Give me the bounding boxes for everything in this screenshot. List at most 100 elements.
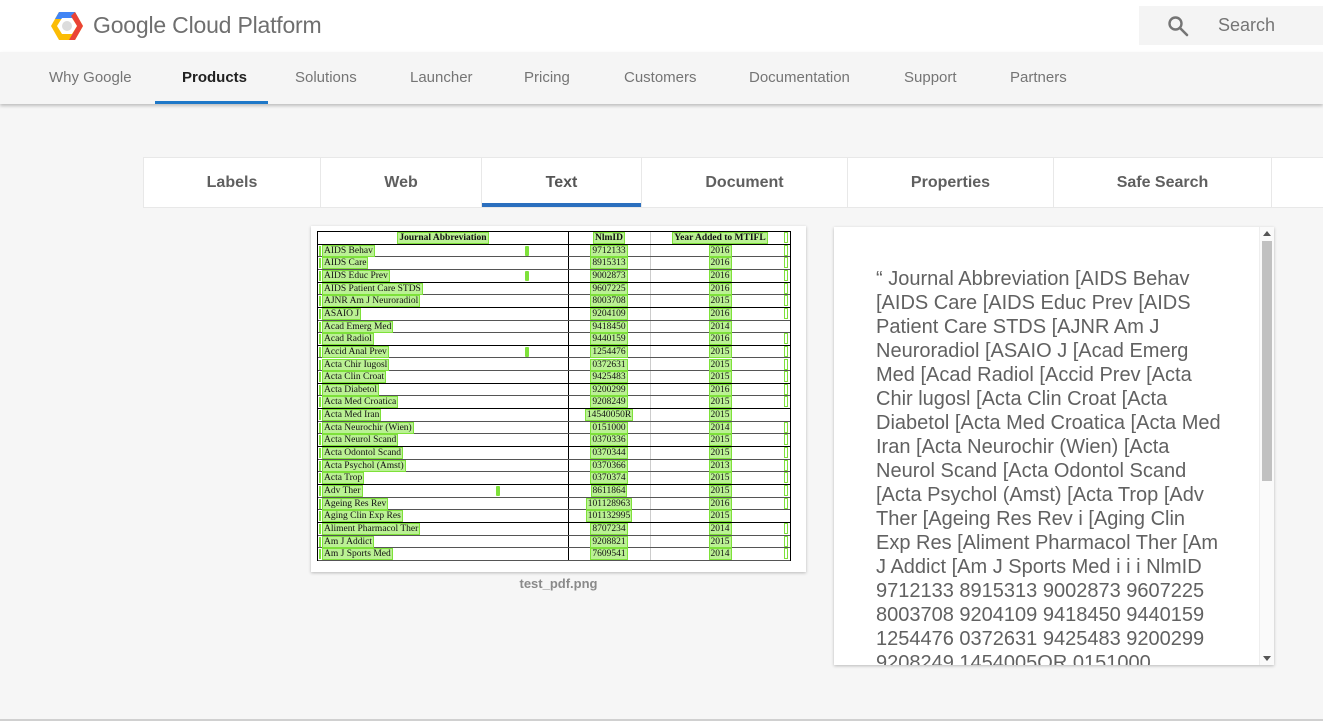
ocr-word-box: 0151000 [590, 421, 628, 434]
doc-table-cell: 0370374 [568, 472, 650, 485]
doc-table-cell: Accid Anal Prev [322, 345, 389, 358]
doc-table-cell: Acta Clin Croat [321, 371, 387, 384]
ocr-document-image: Journal Abbreviation NlmID Year Added to M… [317, 231, 791, 561]
nav-item-products[interactable]: Products [182, 52, 247, 104]
doc-table-cell: 2016 [650, 244, 790, 257]
tab-more[interactable] [1272, 158, 1323, 207]
ocr-edge-box [784, 548, 788, 560]
doc-table-row: Am J Addict 9208821 2015 [318, 535, 790, 549]
ocr-word-box: Acta Odontol Scand [321, 447, 404, 460]
nav-item-launcher[interactable]: Launcher [410, 52, 473, 104]
doc-table-cell: AJNR Am J Neuroradiol [321, 295, 421, 308]
ocr-word-box: 2015 [708, 409, 732, 422]
ocr-word-box: Am J Sports Med [322, 548, 393, 561]
image-filename: test_pdf.png [519, 576, 598, 591]
doc-table-cell: 2015 [650, 447, 790, 460]
ocr-word-box: 2015 [708, 371, 732, 384]
ocr-edge-box [319, 549, 321, 560]
ocr-edge-box [784, 472, 788, 484]
ocr-edge-box [784, 421, 788, 433]
ocr-edge-box [784, 333, 788, 345]
ocr-edge-box [784, 396, 788, 408]
result-scrollbar[interactable] [1259, 227, 1274, 665]
text-result-panel[interactable]: “ Journal Abbreviation [AIDS Behav [AIDS… [834, 227, 1274, 665]
ocr-word-box: 2015 [708, 485, 732, 497]
tab-properties[interactable]: Properties [848, 158, 1054, 207]
doc-table-cell: 2016 [650, 497, 790, 510]
ocr-word-box: 2015 [708, 345, 732, 358]
tab-document[interactable]: Document [642, 158, 848, 207]
ocr-word-box: 2015 [708, 472, 732, 485]
ocr-word-box: 2016 [708, 333, 732, 346]
doc-table-cell: Acta Neurochir (Wien) [322, 421, 414, 434]
ocr-word-box: Journal Abbreviation [397, 232, 489, 244]
doc-table-row: Adv Ther 8611864 2015 [318, 485, 790, 498]
ocr-word-box: AJNR Am J Neuroradiol [321, 295, 421, 308]
doc-table-row: Acta Clin Croat 9425483 2015 [318, 371, 790, 384]
doc-table-row: Acad Emerg Med 9418450 2014 [318, 320, 790, 334]
nav-item-customers[interactable]: Customers [624, 52, 697, 104]
ocr-word-box: 9208249 [590, 396, 628, 409]
doc-table-header-row: Journal Abbreviation NlmID Year Added to M… [318, 232, 790, 245]
ocr-edge-box [319, 308, 321, 319]
ocr-stray-box [525, 270, 529, 281]
ocr-edge-box [319, 473, 321, 484]
tab-web[interactable]: Web [321, 158, 482, 207]
nav-item-solutions[interactable]: Solutions [295, 52, 357, 104]
ocr-edge-box [319, 384, 321, 395]
ocr-edge-box [319, 523, 321, 534]
ocr-word-box: 8611864 [590, 485, 628, 497]
doc-table-cell: 2014 [650, 548, 790, 561]
search-input[interactable]: Search [1218, 15, 1275, 36]
ocr-edge-box [784, 257, 788, 269]
ocr-word-box: Acta Psychol (Amst) [322, 459, 406, 472]
doc-table-header-cell: Year Added to MTIFL [650, 232, 790, 244]
tab-text[interactable]: Text [482, 158, 642, 207]
detected-text: “ Journal Abbreviation [AIDS Behav [AIDS… [876, 268, 1221, 665]
search-box[interactable]: Search [1139, 6, 1323, 45]
search-icon[interactable] [1167, 15, 1189, 37]
tab-safe-search[interactable]: Safe Search [1054, 158, 1272, 207]
gcp-logo-icon[interactable] [50, 10, 84, 42]
doc-table-cell: 2014 [650, 421, 790, 434]
nav-item-support[interactable]: Support [904, 52, 957, 104]
ocr-edge-box [319, 410, 321, 421]
scroll-thumb[interactable] [1262, 241, 1272, 481]
doc-table-cell: 8707234 [568, 522, 650, 535]
doc-table-cell: 2015 [650, 358, 790, 371]
ocr-word-box: Ageing Res Rev [321, 497, 389, 510]
doc-table-cell: 2016 [650, 282, 790, 295]
doc-table-cell: Aging Clin Exp Res [322, 510, 403, 523]
ocr-word-box: 9200299 [590, 383, 628, 396]
doc-table-cell: Acad Radiol [322, 333, 374, 346]
nav-item-why-google[interactable]: Why Google [49, 52, 132, 104]
brand-title[interactable]: Google Cloud Platform [93, 12, 322, 39]
tab-labels[interactable]: Labels [144, 158, 321, 207]
doc-table-row: Ageing Res Rev 101128963 2016 [318, 497, 790, 511]
ocr-edge-box [319, 435, 321, 446]
ocr-edge-box [319, 258, 321, 269]
doc-table-cell: 8003708 [568, 295, 650, 308]
scroll-down-arrow-icon[interactable] [1263, 656, 1271, 661]
doc-table-row: Acta Trop 0370374 2015 [318, 472, 790, 485]
ocr-word-box: 2016 [708, 244, 732, 257]
doc-table-cell: 2016 [650, 333, 790, 346]
nav-item-pricing[interactable]: Pricing [524, 52, 570, 104]
ocr-word-box: 9204109 [590, 307, 628, 320]
ocr-word-box: 2015 [708, 447, 732, 460]
doc-table-row: Acta Neurochir (Wien) 0151000 2014 [318, 421, 790, 435]
ocr-word-box: 8707234 [590, 522, 628, 535]
ocr-word-box: 101128963 [585, 497, 633, 510]
nav-item-documentation[interactable]: Documentation [749, 52, 850, 104]
doc-table-cell: 0370336 [568, 434, 650, 447]
image-preview-card[interactable]: Journal Abbreviation NlmID Year Added to M… [311, 226, 806, 572]
ocr-word-box: Acta Neurochir (Wien) [322, 421, 414, 434]
scroll-up-arrow-icon[interactable] [1263, 231, 1271, 236]
ocr-edge-box [784, 232, 788, 243]
ocr-word-box: 0370344 [590, 447, 628, 460]
doc-table-cell: 101132995 [568, 510, 650, 523]
nav-item-partners[interactable]: Partners [1010, 52, 1067, 104]
doc-table-cell: Ageing Res Rev [321, 497, 389, 510]
doc-table-cell: Acta Diabetol [321, 383, 380, 396]
ocr-edge-box [319, 422, 321, 433]
